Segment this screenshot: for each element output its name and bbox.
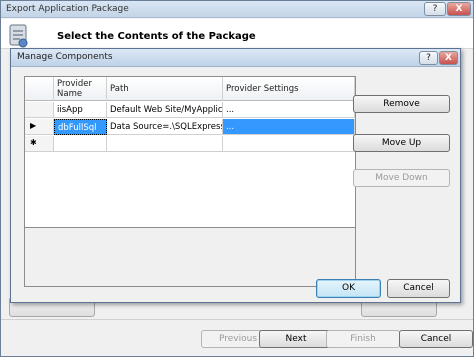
next-button[interactable]: Next [259, 330, 333, 348]
outer-help-button[interactable]: ? [424, 2, 446, 16]
page-title: Select the Contents of the Package [57, 31, 256, 42]
provider-name-cell[interactable] [54, 136, 107, 152]
row-selector[interactable]: ✱ [25, 136, 54, 152]
ok-button[interactable]: OK [316, 279, 381, 298]
row-selector[interactable] [25, 102, 54, 118]
manage-components-dialog: Manage Components ? X Provider Name Path… [10, 48, 461, 303]
row-selector[interactable]: ▶ [25, 119, 54, 135]
column-header-provider-settings[interactable]: Provider Settings [223, 77, 355, 101]
components-grid: Provider Name Path Provider Settings iis… [24, 76, 356, 248]
provider-settings-cell[interactable] [223, 136, 355, 152]
path-cell[interactable] [107, 136, 223, 152]
outer-close-button[interactable]: X [447, 2, 471, 16]
dialog-title-bar[interactable]: Manage Components ? X [11, 49, 460, 67]
description-panel [24, 227, 356, 287]
move-up-button[interactable]: Move Up [353, 134, 450, 152]
dialog-title: Manage Components [17, 52, 113, 62]
outer-title-bar[interactable]: Export Application Package ? X [1, 1, 473, 18]
table-row-selected[interactable]: ▶ dbFullSql Data Source=.\SQLExpress;Dat… [25, 119, 355, 135]
dialog-help-button[interactable]: ? [419, 51, 438, 65]
package-icon [9, 24, 28, 48]
column-header-path[interactable]: Path [107, 77, 223, 101]
row-selector-header [25, 77, 54, 101]
remove-button[interactable]: Remove [353, 95, 450, 113]
new-row[interactable]: ✱ [25, 136, 355, 152]
provider-name-cell[interactable]: dbFullSql [54, 119, 107, 135]
new-row-asterisk-icon: ✱ [30, 138, 37, 147]
grid-header: Provider Name Path Provider Settings [25, 77, 355, 101]
provider-settings-cell[interactable]: ... [223, 119, 355, 135]
current-row-arrow-icon: ▶ [30, 121, 37, 130]
move-down-button[interactable]: Move Down [353, 169, 450, 187]
outer-window-title: Export Application Package [6, 4, 129, 14]
provider-name-cell[interactable]: iisApp [54, 102, 107, 118]
table-row[interactable]: iisApp Default Web Site/MyApplic... ... [25, 102, 355, 118]
dialog-cancel-button[interactable]: Cancel [387, 279, 450, 298]
provider-settings-cell[interactable]: ... [223, 102, 355, 118]
column-header-provider-name[interactable]: Provider Name [54, 77, 107, 101]
footer-divider [1, 319, 473, 320]
finish-button[interactable]: Finish [326, 330, 400, 348]
wizard-header: Select the Contents of the Package [1, 19, 473, 49]
outer-cancel-button[interactable]: Cancel [399, 330, 473, 348]
dialog-close-button[interactable]: X [439, 51, 458, 65]
path-cell[interactable]: Default Web Site/MyApplic... [107, 102, 223, 118]
path-cell[interactable]: Data Source=.\SQLExpress;Dat [107, 119, 223, 135]
